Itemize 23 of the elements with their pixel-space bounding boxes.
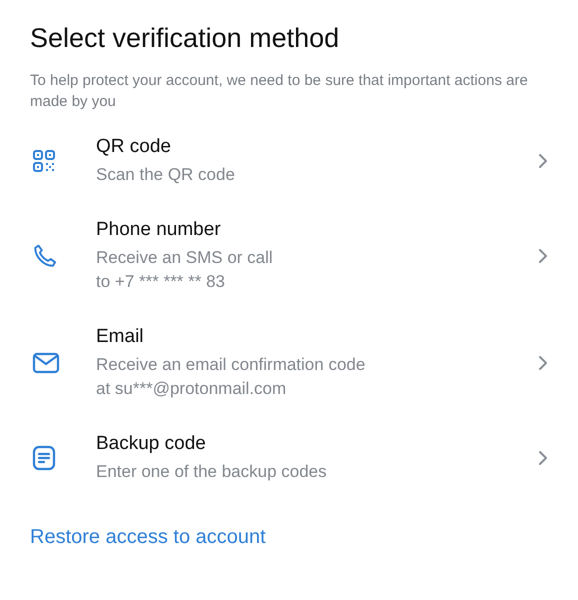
phone-icon (32, 242, 58, 268)
method-description: Receive an email confirmation code at su***@protonmail.com (96, 354, 366, 400)
method-name: Email (96, 325, 145, 349)
method-description: Receive an SMS or call to +7 *** *** ** 83 (96, 247, 274, 293)
method-item[interactable]: Email Receive an email confirmation code at su***@protonmail.com (30, 324, 550, 401)
method-item[interactable]: Backup code Enter one of the backup codes (30, 431, 550, 484)
chevron-right-icon (538, 152, 548, 168)
chevron-right-icon (538, 248, 548, 264)
chevron-right-icon (538, 354, 548, 370)
qr-code-icon (32, 148, 56, 172)
method-item[interactable]: QR code Scan the QR code (30, 134, 550, 187)
method-description: Scan the QR code (96, 164, 236, 186)
document-icon (32, 444, 56, 470)
method-item[interactable]: Phone number Receive an SMS or call to +7 *** *** ** 83 (30, 217, 550, 294)
method-name: Phone number (96, 218, 222, 242)
page-description: To help protect your account, we need to be sure that important actions are made by you (30, 71, 529, 112)
chevron-right-icon (538, 450, 548, 466)
page-title: Select verification method (30, 22, 340, 55)
method-name: QR code (96, 135, 172, 159)
envelope-icon (32, 350, 60, 374)
method-name: Backup code (96, 432, 207, 456)
restore-access-link[interactable]: Restore access to account (30, 526, 266, 549)
method-description: Enter one of the backup codes (96, 461, 328, 483)
